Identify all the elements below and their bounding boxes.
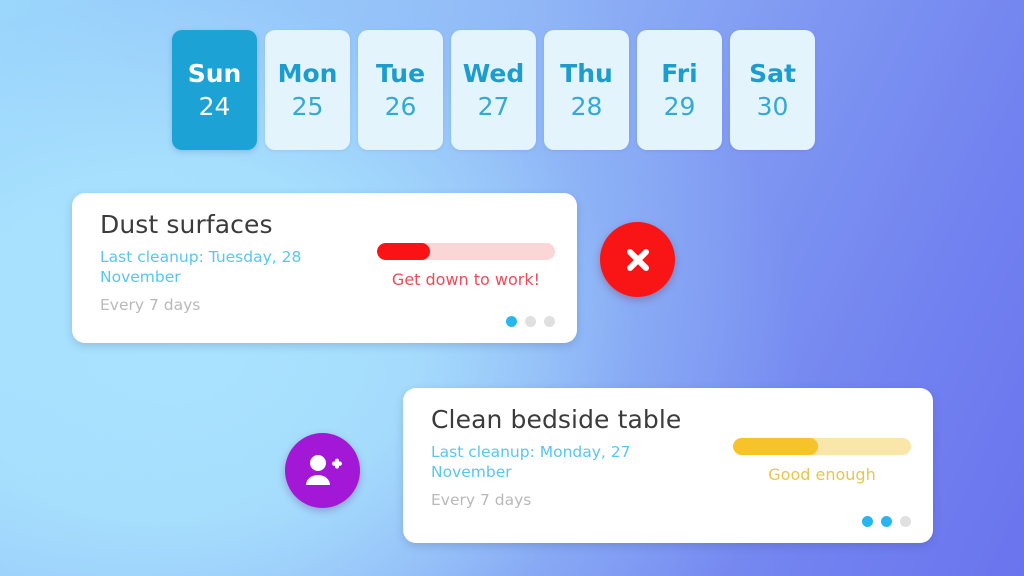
progress-status-label: Get down to work! [391, 270, 541, 289]
step-dots[interactable] [862, 516, 911, 529]
day-number: 26 [384, 92, 417, 121]
progress-bar [377, 243, 555, 260]
progress-bar-fill [377, 243, 431, 260]
day-card-thu[interactable]: Thu 28 [544, 30, 629, 150]
day-card-mon[interactable]: Mon 25 [265, 30, 350, 150]
day-name: Sat [749, 59, 796, 88]
task-title: Clean bedside table [431, 405, 682, 434]
progress-status-label: Good enough [768, 465, 876, 484]
day-card-fri[interactable]: Fri 29 [637, 30, 722, 150]
day-number: 25 [291, 92, 324, 121]
task-card[interactable]: Clean bedside table Last cleanup: Monday… [403, 388, 933, 543]
task-progress-area: Good enough [733, 406, 911, 529]
day-name: Thu [560, 59, 613, 88]
day-card-tue[interactable]: Tue 26 [358, 30, 443, 150]
day-number: 29 [663, 92, 696, 121]
task-frequency: Every 7 days [431, 491, 532, 510]
person-plus-icon [305, 454, 342, 485]
task-progress-area: Get down to work! [377, 211, 555, 329]
day-number: 27 [477, 92, 510, 121]
step-dot[interactable] [506, 316, 517, 327]
step-dot[interactable] [900, 516, 911, 527]
task-card[interactable]: Dust surfaces Last cleanup: Tuesday, 28 … [72, 193, 577, 343]
progress-bar-fill [733, 438, 819, 455]
day-number: 28 [570, 92, 603, 121]
close-icon [626, 248, 649, 271]
day-number: 30 [756, 92, 789, 121]
progress-bar [733, 438, 911, 455]
step-dots[interactable] [506, 316, 555, 329]
close-button[interactable] [600, 222, 675, 297]
step-dot[interactable] [544, 316, 555, 327]
step-dot[interactable] [881, 516, 892, 527]
add-user-button[interactable] [285, 433, 360, 508]
step-dot[interactable] [525, 316, 536, 327]
day-selector-strip: Sun 24 Mon 25 Tue 26 Wed 27 Thu 28 Fri 2… [172, 30, 815, 150]
day-name: Sun [187, 59, 242, 88]
day-card-sun[interactable]: Sun 24 [172, 30, 257, 150]
day-name: Mon [277, 59, 338, 88]
task-last-cleanup: Last cleanup: Tuesday, 28 November [100, 247, 302, 286]
day-number: 24 [198, 92, 231, 121]
task-frequency: Every 7 days [100, 296, 201, 315]
day-card-sat[interactable]: Sat 30 [730, 30, 815, 150]
task-last-cleanup: Last cleanup: Monday, 27 November [431, 442, 631, 481]
day-name: Wed [462, 59, 525, 88]
task-info: Dust surfaces Last cleanup: Tuesday, 28 … [100, 210, 377, 315]
step-dot[interactable] [862, 516, 873, 527]
day-card-wed[interactable]: Wed 27 [451, 30, 536, 150]
task-info: Clean bedside table Last cleanup: Monday… [431, 405, 733, 510]
task-title: Dust surfaces [100, 210, 273, 239]
day-name: Fri [661, 59, 698, 88]
day-name: Tue [375, 59, 426, 88]
